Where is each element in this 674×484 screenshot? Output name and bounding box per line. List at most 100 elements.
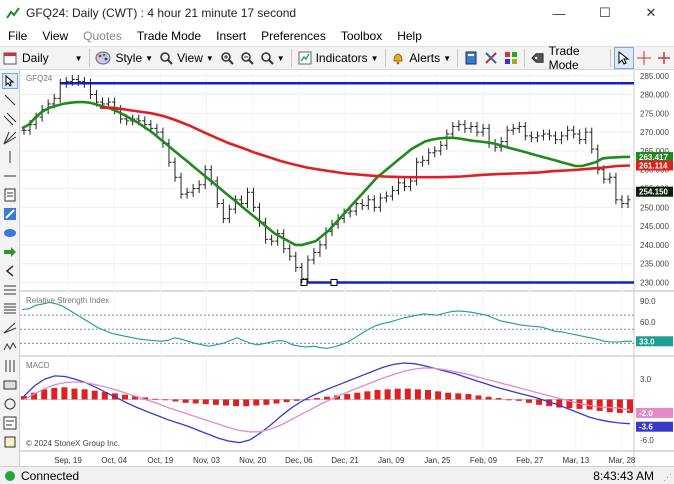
macd-tick-label: 3.0: [640, 375, 652, 384]
macd-histogram-bar: [233, 399, 240, 407]
vertical-line-tool[interactable]: [2, 149, 18, 165]
copyright-text: © 2024 StoneX Group Inc.: [26, 439, 120, 448]
zoom-dropdown[interactable]: ▼: [257, 47, 288, 69]
macd-histogram-bar: [414, 389, 421, 400]
zoom-in-button[interactable]: [217, 47, 237, 69]
cycle-tool[interactable]: [2, 358, 18, 374]
ellipse-icon: [4, 229, 16, 237]
macd-histogram-bar: [122, 394, 128, 400]
horizontal-line-icon: [4, 175, 16, 177]
macd-histogram-bar: [273, 399, 280, 404]
toolbar-divider: [610, 49, 612, 67]
macd-histogram-bar: [596, 399, 603, 411]
rsi-tick-label: 60.0: [640, 318, 656, 327]
arrow-tool[interactable]: [2, 244, 18, 260]
note-tool[interactable]: [2, 187, 18, 203]
trade-mode-button[interactable]: Trade Mode: [528, 44, 607, 72]
date-tick-label: Dec, 21: [331, 456, 359, 465]
horizontal-line-tool[interactable]: [2, 168, 18, 184]
minimize-button[interactable]: —: [536, 0, 582, 26]
text-tool[interactable]: [2, 415, 18, 431]
period-dropdown[interactable]: Daily ▼: [0, 47, 86, 69]
status-bar: Connected 8:43:43 AM ⋰: [0, 466, 674, 484]
ellipse-tool[interactable]: [2, 225, 18, 241]
macd-histogram-bar: [485, 396, 492, 400]
wave-icon: [3, 341, 17, 351]
macd-histogram-bar: [243, 399, 250, 407]
view-dropdown[interactable]: View ▼: [156, 47, 217, 69]
trendline-tool[interactable]: [2, 92, 18, 108]
zoom-out-button[interactable]: [237, 47, 257, 69]
menu-preferences[interactable]: Preferences: [253, 29, 333, 43]
close-button[interactable]: ✕: [628, 0, 674, 26]
macd-histogram-bar: [515, 399, 522, 401]
edit-tool[interactable]: [2, 206, 18, 222]
menu-bar: File View Quotes Trade Mode Insert Prefe…: [0, 26, 674, 46]
indicators-dropdown[interactable]: Indicators ▼: [295, 47, 382, 69]
macd-histogram-bar: [394, 388, 401, 400]
rectangle-tool[interactable]: [2, 377, 18, 393]
scroll-left-tool[interactable]: [2, 263, 18, 279]
circle-icon: [4, 398, 16, 410]
chevron-down-icon: ▼: [145, 53, 154, 63]
toolbar-divider: [384, 49, 386, 67]
macd-histogram-bar: [616, 399, 623, 413]
date-tick-label: Jan, 25: [424, 456, 451, 465]
channel-tool[interactable]: [2, 111, 18, 127]
macd-histogram-bar: [404, 388, 411, 400]
date-tick-label: Nov, 20: [239, 456, 267, 465]
palette-icon: [95, 51, 111, 65]
circle-tool[interactable]: [2, 396, 18, 412]
macd-histogram-bar: [263, 399, 270, 405]
menu-view[interactable]: View: [34, 29, 75, 43]
menu-quotes[interactable]: Quotes: [75, 29, 129, 43]
menu-help[interactable]: Help: [389, 29, 429, 43]
delete-tool[interactable]: [2, 434, 18, 450]
channel-icon: [3, 112, 17, 126]
macd-histogram-bar: [354, 392, 361, 400]
macd-histogram-bar: [455, 393, 462, 400]
fib-tool[interactable]: [2, 301, 18, 317]
maximize-button[interactable]: ☐: [582, 0, 628, 26]
menu-trade-mode[interactable]: Trade Mode: [129, 29, 208, 43]
tools-button[interactable]: [481, 47, 501, 69]
style-label: Style: [115, 51, 143, 65]
date-tick-label: Sep, 19: [54, 456, 82, 465]
app-logo-icon: [6, 6, 20, 20]
chart-canvas[interactable]: 285.000280.000275.000270.000265.000260.0…: [20, 70, 674, 466]
pointer-tool-button[interactable]: [614, 47, 635, 69]
alerts-dropdown[interactable]: Alerts ▼: [388, 47, 454, 69]
style-dropdown[interactable]: Style ▼: [92, 47, 156, 69]
menu-file[interactable]: File: [0, 29, 34, 43]
macd-histogram-bar: [152, 398, 159, 400]
quote-board-button[interactable]: [461, 47, 481, 69]
macd-histogram-bar: [475, 395, 482, 400]
zoom-out-icon: [240, 52, 254, 65]
retracement-tool[interactable]: [2, 282, 18, 298]
crosshair-icon: [637, 51, 652, 65]
crosshair-tool-button[interactable]: [634, 47, 654, 69]
macd-histogram-bar: [162, 399, 169, 401]
chart-area[interactable]: 285.000280.000275.000270.000265.000260.0…: [20, 70, 674, 466]
wave-tool[interactable]: [2, 339, 18, 355]
chevron-down-icon: ▼: [205, 53, 214, 63]
select-tool[interactable]: [2, 73, 18, 89]
magnifier-icon: [160, 52, 173, 65]
price-tick-label: 250.000: [640, 203, 669, 212]
resize-grip-icon[interactable]: ⋰: [663, 472, 672, 483]
pitchfork-icon: [3, 322, 17, 334]
date-tick-label: Jan, 09: [378, 456, 405, 465]
menu-insert[interactable]: Insert: [208, 29, 253, 43]
macd-histogram-bar: [627, 399, 633, 413]
fan-tool[interactable]: [2, 130, 18, 146]
macd-histogram-bar: [324, 396, 330, 400]
macd-histogram-bar: [91, 390, 98, 400]
chevron-down-icon: ▼: [370, 53, 379, 63]
macd-histogram-bar: [51, 387, 58, 400]
layout-button[interactable]: [501, 47, 521, 69]
pitchfork-tool[interactable]: [2, 320, 18, 336]
menu-toolbox[interactable]: Toolbox: [333, 29, 389, 43]
cross-cursor-button[interactable]: [654, 47, 674, 69]
toolbar-divider: [88, 49, 90, 67]
macd-title: MACD: [26, 361, 50, 370]
